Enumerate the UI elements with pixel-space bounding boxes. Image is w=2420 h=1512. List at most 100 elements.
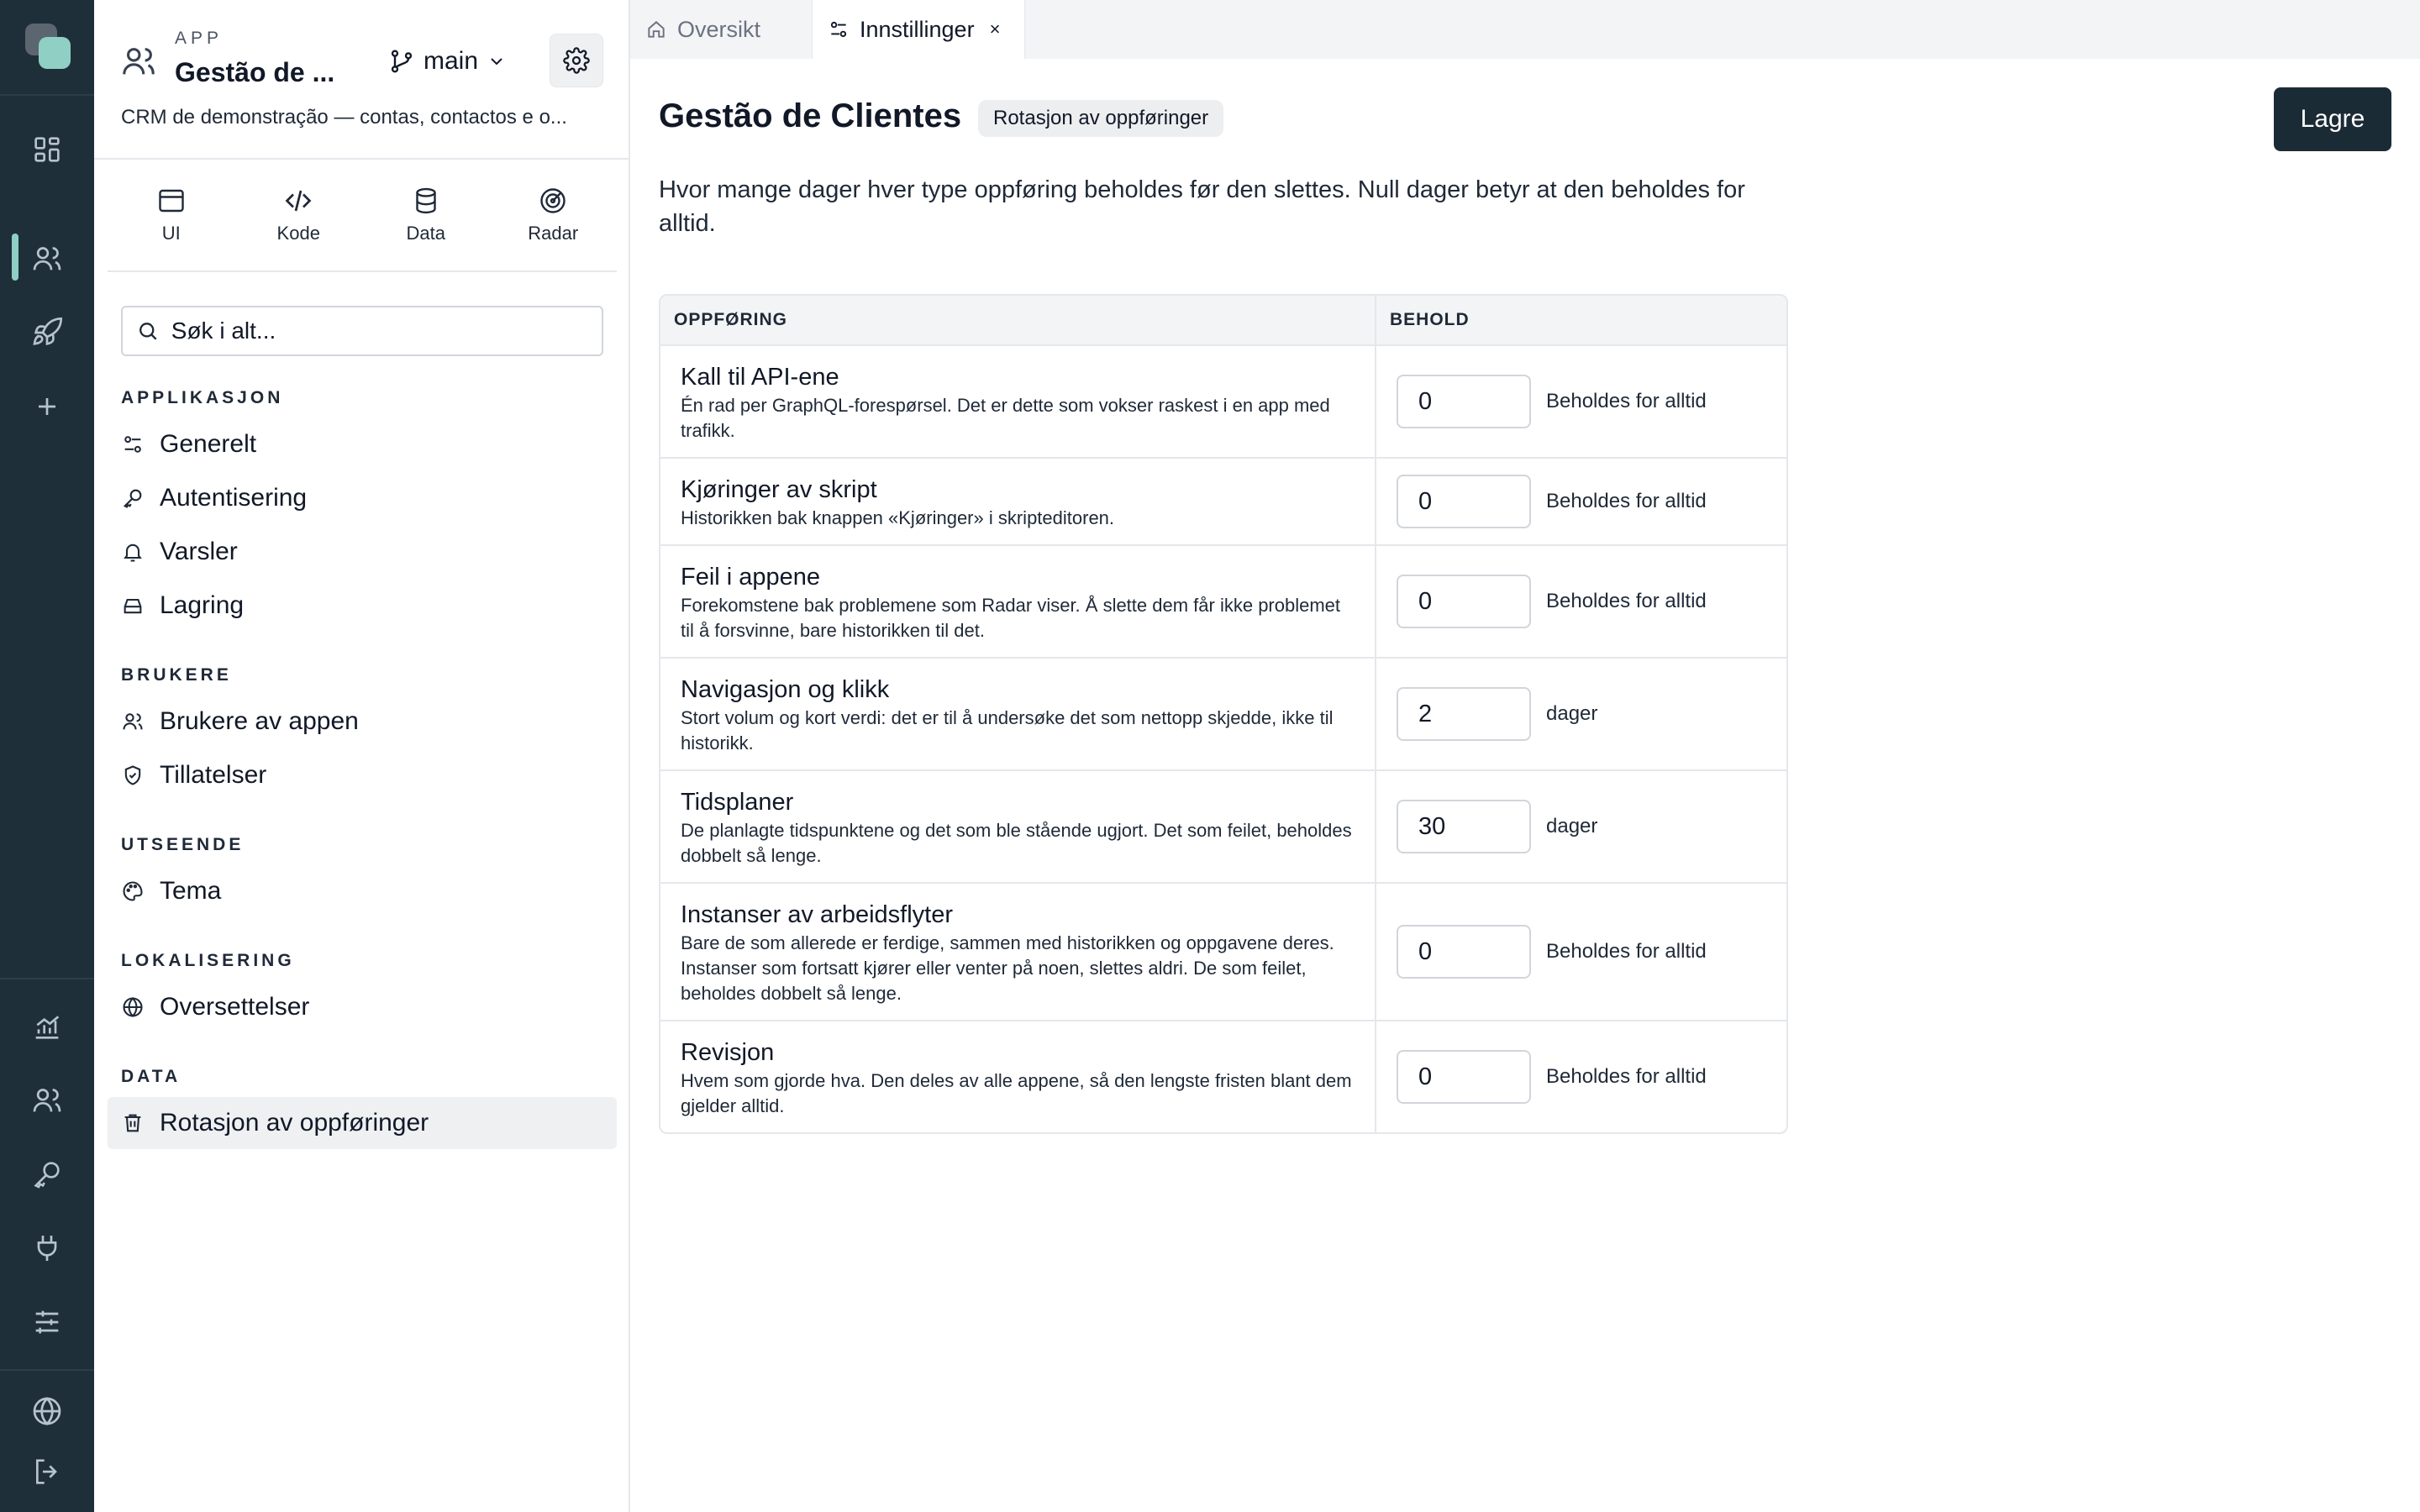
- table-row: Instanser av arbeidsflyter Bare de som a…: [660, 884, 1786, 1021]
- retention-days-input[interactable]: [1397, 375, 1531, 428]
- chevron-down-icon: [487, 51, 507, 71]
- plug-icon[interactable]: [30, 1231, 64, 1265]
- retention-days-input[interactable]: [1397, 687, 1531, 741]
- row-name: Navigasjon og klikk: [681, 676, 890, 703]
- row-name: Kall til API-ene: [681, 364, 839, 391]
- home-icon: [648, 21, 665, 38]
- logout-icon[interactable]: [30, 1455, 64, 1488]
- retention-table: OPPFØRING BEHOLD Kall til API-ene Én rad…: [659, 294, 1788, 1134]
- globe-icon[interactable]: [30, 1394, 64, 1428]
- row-description: Bare de som allerede er ferdige, sammen …: [681, 932, 1334, 1004]
- save-button[interactable]: Lagre: [2274, 87, 2391, 151]
- sidebar-item-label: Lagring: [160, 591, 245, 619]
- shield-check-icon: [124, 765, 141, 785]
- retention-days-input[interactable]: [1397, 575, 1531, 628]
- users-icon[interactable]: [30, 1084, 64, 1117]
- sidebar-item-rotasjon[interactable]: Rotasjon av oppføringer: [108, 1097, 617, 1149]
- page-badge: Rotasjon av oppføringer: [978, 100, 1224, 137]
- retention-days-input[interactable]: [1397, 475, 1531, 528]
- sidebar-item-label: Rotasjon av oppføringer: [160, 1109, 429, 1137]
- app-header: APP Gestão de ... main CRM de demonstraç…: [94, 0, 629, 160]
- mode-label: UI: [161, 223, 181, 244]
- table-row: Revisjon Hvem som gjorde hva. Den deles …: [660, 1021, 1786, 1132]
- icon-rail: [0, 0, 94, 1512]
- plus-icon[interactable]: [30, 390, 64, 423]
- apps-grid-icon[interactable]: [30, 133, 64, 166]
- sidebar-item-label: Tema: [160, 877, 222, 905]
- git-branch-icon: [388, 48, 415, 75]
- section-label-brukere: BRUKERE: [121, 665, 232, 685]
- tab-close-icon[interactable]: ×: [990, 18, 1001, 40]
- sidebar-item-label: Generelt: [160, 430, 257, 458]
- section-label-lokalisering: LOKALISERING: [121, 951, 295, 970]
- row-description: Hvem som gjorde hva. Den deles av alle a…: [681, 1070, 1352, 1116]
- retention-unit: Beholdes for alltid: [1546, 1065, 1707, 1088]
- retention-unit: Beholdes for alltid: [1546, 390, 1707, 412]
- branch-name: main: [424, 47, 479, 75]
- sliders-icon[interactable]: [30, 1305, 64, 1339]
- mode-kode[interactable]: Kode: [235, 160, 363, 270]
- users-icon[interactable]: [30, 242, 64, 276]
- table-row: Feil i appene Forekomstene bak problemen…: [660, 546, 1786, 659]
- page-intro: Hvor mange dager hver type oppføring beh…: [659, 176, 1745, 237]
- row-description: Én rad per GraphQL-forespørsel. Det er d…: [681, 395, 1330, 441]
- search-icon: [139, 323, 157, 340]
- rail-divider: [0, 1369, 94, 1371]
- row-name: Kjøringer av skript: [681, 476, 877, 503]
- database-icon: [416, 187, 436, 214]
- tab-label: Innstillinger: [860, 16, 975, 42]
- mode-data[interactable]: Data: [362, 160, 490, 270]
- sidebar-item-varsler[interactable]: Varsler: [108, 526, 617, 578]
- sidebar-item-label: Tillatelser: [160, 761, 267, 789]
- rocket-icon[interactable]: [30, 316, 64, 349]
- settings-sidebar: APP Gestão de ... main CRM de demonstraç…: [94, 0, 630, 1512]
- retention-unit: Beholdes for alltid: [1546, 940, 1707, 963]
- app-settings-button[interactable]: [550, 34, 603, 87]
- row-name: Revisjon: [681, 1039, 775, 1066]
- mode-label: Data: [406, 223, 445, 244]
- chart-icon[interactable]: [30, 1010, 64, 1043]
- page-title: Gestão de Clientes: [659, 97, 962, 134]
- mode-ui[interactable]: UI: [108, 160, 235, 270]
- search-input[interactable]: [171, 318, 588, 344]
- trash-icon: [124, 1114, 141, 1132]
- sidebar-item-tillatelser[interactable]: Tillatelser: [108, 749, 617, 801]
- sidebar-item-autentisering[interactable]: Autentisering: [108, 472, 617, 524]
- logo[interactable]: [25, 24, 71, 69]
- rail-divider: [0, 94, 94, 96]
- section-label-applikasjon: APPLIKASJON: [121, 388, 284, 407]
- column-header: OPPFØRING: [660, 296, 1376, 344]
- mode-label: Radar: [528, 223, 579, 244]
- sidebar-item-tema[interactable]: Tema: [108, 865, 617, 917]
- app-name: Gestão de ...: [175, 57, 335, 87]
- row-name: Tidsplaner: [681, 789, 794, 816]
- retention-days-input[interactable]: [1397, 1050, 1531, 1104]
- sliders-icon: [124, 436, 141, 453]
- sidebar-item-oversettelser[interactable]: Oversettelser: [108, 981, 617, 1033]
- branch-selector[interactable]: main: [388, 42, 507, 81]
- table-row: Kall til API-ene Én rad per GraphQL-fore…: [660, 346, 1786, 459]
- app-description: CRM de demonstração — contas, contactos …: [121, 106, 567, 129]
- app-eyebrow: APP: [175, 29, 224, 48]
- table-header: OPPFØRING BEHOLD: [660, 296, 1786, 346]
- sidebar-item-brukere-av-appen[interactable]: Brukere av appen: [108, 696, 617, 748]
- row-description: Historikken bak knappen «Kjøringer» i sk…: [681, 507, 1115, 528]
- globe-icon: [123, 997, 143, 1017]
- table-row: Navigasjon og klikk Stort volum og kort …: [660, 659, 1786, 771]
- code-icon: [285, 190, 312, 212]
- retention-unit: dager: [1546, 815, 1598, 837]
- mode-radar[interactable]: Radar: [490, 160, 618, 270]
- retention-unit: Beholdes for alltid: [1546, 590, 1707, 612]
- table-row: Kjøringer av skript Historikken bak knap…: [660, 459, 1786, 546]
- key-icon[interactable]: [30, 1158, 64, 1191]
- table-row: Tidsplaner De planlagte tidspunktene og …: [660, 771, 1786, 884]
- tab-oversikt[interactable]: Oversikt: [630, 0, 812, 59]
- sidebar-item-generelt[interactable]: Generelt: [108, 418, 617, 470]
- retention-days-input[interactable]: [1397, 925, 1531, 979]
- sidebar-item-lagring[interactable]: Lagring: [108, 580, 617, 632]
- rail-active-indicator: [12, 234, 18, 281]
- tab-innstillinger[interactable]: Innstillinger ×: [812, 0, 1025, 59]
- retention-days-input[interactable]: [1397, 800, 1531, 853]
- palette-icon: [123, 881, 143, 901]
- retention-unit: Beholdes for alltid: [1546, 490, 1707, 512]
